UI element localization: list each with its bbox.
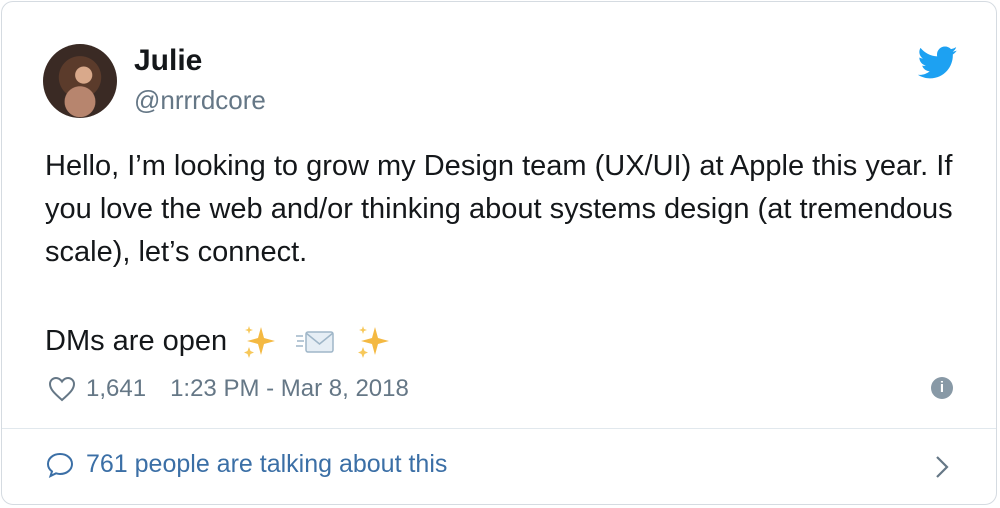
tweet-body: Hello, I’m looking to grow my Design tea… bbox=[45, 145, 965, 274]
user-name[interactable]: Julie bbox=[134, 44, 202, 78]
tweet-paragraph: DMs are open bbox=[45, 325, 228, 357]
divider bbox=[2, 428, 996, 429]
tweet-timestamp[interactable]: 1:23 PM - Mar 8, 2018 bbox=[170, 375, 409, 403]
sparkles-icon bbox=[358, 325, 390, 358]
avatar[interactable] bbox=[43, 44, 117, 118]
tweet-meta: 1,641 1:23 PM - Mar 8, 2018 bbox=[48, 372, 409, 406]
comment-bubble-icon bbox=[46, 452, 74, 478]
tweet-paragraph: Hello, I’m looking to grow my Design tea… bbox=[45, 150, 953, 268]
info-icon[interactable]: i bbox=[931, 377, 953, 399]
heart-icon[interactable] bbox=[48, 376, 76, 402]
tweet-dm-line: DMs are open bbox=[45, 320, 391, 363]
chevron-right-icon[interactable] bbox=[932, 454, 952, 480]
user-handle[interactable]: @nrrrdcore bbox=[134, 85, 266, 116]
conversation-link[interactable]: 761 people are talking about this bbox=[46, 450, 447, 479]
sparkles-icon bbox=[244, 325, 276, 358]
tweet-card: Julie @nrrrdcore Hello, I’m looking to g… bbox=[1, 1, 997, 505]
twitter-bird-icon[interactable] bbox=[918, 46, 958, 80]
envelope-icon bbox=[296, 330, 334, 353]
like-count[interactable]: 1,641 bbox=[86, 375, 146, 403]
conversation-label: 761 people are talking about this bbox=[86, 450, 448, 478]
